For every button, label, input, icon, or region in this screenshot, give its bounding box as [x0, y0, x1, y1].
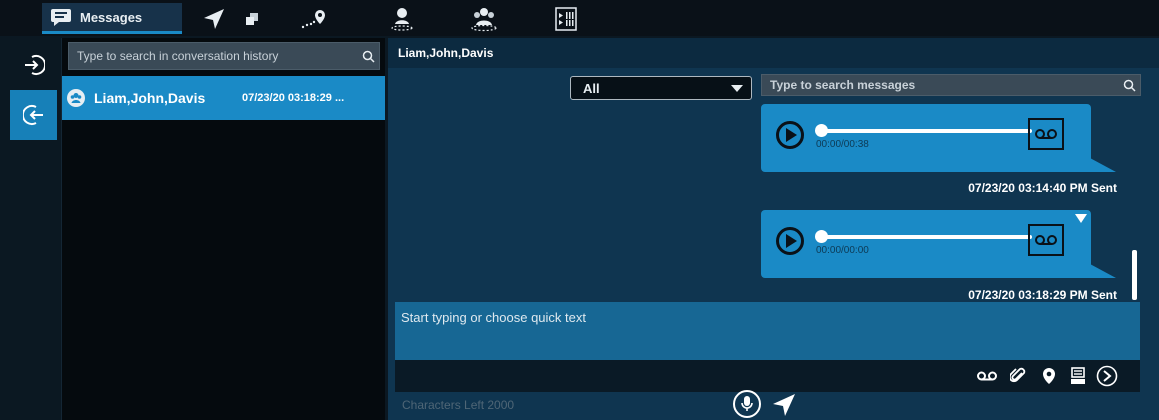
audio-progress-knob[interactable] — [815, 124, 828, 137]
chat-header: Liam,John,Davis — [388, 38, 1159, 68]
chat-panel: Liam,John,Davis All Type to search messa… — [388, 38, 1159, 420]
top-tab-bar: Messages — [0, 0, 1159, 36]
tab-messages-label: Messages — [80, 9, 143, 25]
tab-send-location[interactable] — [196, 4, 232, 34]
tab-windows[interactable] — [238, 4, 266, 34]
compose-toolbar — [395, 360, 1140, 392]
scrollbar-thumb[interactable] — [1132, 250, 1137, 300]
voicemail-icon — [977, 371, 997, 381]
windows-icon — [246, 13, 258, 25]
voice-message-bubble: 00:00/00:38 — [761, 104, 1116, 172]
compose-placeholder: Start typing or choose quick text — [401, 310, 586, 325]
voicemail-icon — [1028, 118, 1064, 150]
person-pin-icon — [391, 8, 413, 31]
message-menu-icon[interactable] — [1075, 214, 1087, 223]
chat-title: Liam,John,Davis — [398, 46, 494, 60]
left-rail — [0, 38, 62, 420]
microphone-icon — [741, 396, 753, 411]
voice-message-bubble: 00:00/00:00 — [761, 210, 1116, 278]
compose-input[interactable]: Start typing or choose quick text — [395, 302, 1140, 360]
search-icon[interactable] — [1118, 79, 1140, 92]
message-search-input[interactable]: Type to search messages — [761, 74, 1141, 96]
tab-route[interactable] — [296, 4, 332, 34]
conversation-search-input[interactable]: Type to search in conversation history — [68, 42, 380, 70]
quick-text-button[interactable] — [1066, 365, 1090, 387]
send-circle-icon — [1096, 365, 1118, 387]
conversation-name: Liam,John,Davis — [94, 90, 206, 106]
send-button[interactable] — [1095, 365, 1119, 387]
sign-out-icon — [22, 105, 43, 125]
audio-duration: 00:00/00:00 — [816, 245, 869, 256]
bubble-tail — [1090, 158, 1116, 172]
attach-button[interactable] — [1006, 365, 1030, 387]
group-avatar-icon — [67, 89, 85, 107]
search-icon[interactable] — [357, 50, 379, 63]
chevron-down-icon — [731, 85, 743, 92]
conversation-search-placeholder: Type to search in conversation history — [77, 49, 279, 63]
paperclip-icon — [1010, 367, 1026, 383]
tab-media[interactable] — [548, 4, 584, 34]
filter-selected-value: All — [583, 80, 600, 96]
conversation-item[interactable]: Liam,John,Davis 07/23/20 03:18:29 ... — [62, 76, 385, 120]
audio-progress-track[interactable] — [816, 235, 1032, 239]
message-filter-select[interactable]: All — [570, 76, 752, 100]
message-search-placeholder: Type to search messages — [770, 78, 916, 92]
logout-button[interactable] — [10, 90, 57, 140]
route-pin-icon — [301, 10, 325, 29]
tab-location-user[interactable] — [384, 4, 420, 34]
characters-left: Characters Left 2000 — [402, 398, 515, 412]
message-timestamp: 07/23/20 03:14:40 PM Sent — [968, 181, 1117, 195]
map-pin-icon — [1043, 368, 1055, 384]
bubble-tail — [1090, 264, 1116, 278]
sign-in-icon — [24, 55, 45, 75]
quick-text-icon — [1071, 367, 1085, 384]
play-icon[interactable] — [776, 227, 804, 255]
microphone-button[interactable] — [733, 390, 761, 418]
app-window: Messages Type to search in conversation … — [0, 0, 1159, 420]
location-button[interactable] — [1037, 365, 1061, 387]
media-player-icon — [555, 7, 577, 31]
send-location-button[interactable] — [771, 392, 797, 420]
group-pin-icon — [471, 8, 497, 32]
audio-progress-knob[interactable] — [815, 230, 828, 243]
conversation-time: 07/23/20 03:18:29 ... — [242, 92, 345, 104]
audio-progress-track[interactable] — [816, 129, 1032, 133]
voicemail-button[interactable] — [975, 365, 999, 387]
play-icon[interactable] — [776, 121, 804, 149]
tab-group[interactable] — [464, 4, 504, 34]
chat-icon — [51, 9, 71, 26]
navigation-arrow-icon — [204, 9, 224, 29]
conversation-list-panel: Type to search in conversation history L… — [62, 38, 385, 420]
tab-messages[interactable]: Messages — [42, 3, 182, 34]
voicemail-icon — [1028, 224, 1064, 256]
message-timestamp: 07/23/20 03:18:29 PM Sent — [968, 288, 1117, 302]
navigation-arrow-icon — [773, 394, 795, 416]
audio-duration: 00:00/00:38 — [816, 139, 869, 150]
login-button[interactable] — [10, 40, 57, 90]
